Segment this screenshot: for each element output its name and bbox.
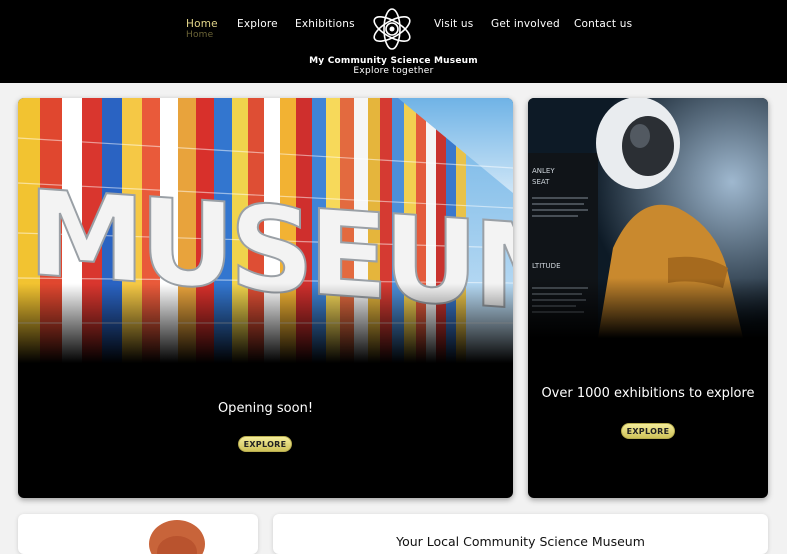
nav-exhibitions[interactable]: Exhibitions — [295, 18, 355, 30]
explore-button[interactable]: EXPLORE — [621, 423, 675, 439]
opening-soon-title: Opening soon! — [217, 401, 314, 416]
exhibitions-title: Over 1000 exhibitions to explore — [541, 386, 755, 401]
site-tagline: Explore together — [353, 66, 434, 76]
nav-get-involved[interactable]: Get involved — [491, 18, 560, 30]
astronaut-image: ANLEY SEAT LTITUDE — [528, 98, 768, 338]
opening-soon-card: MUSEUM Opening soon! EXPLORE — [18, 98, 513, 498]
nav-explore[interactable]: Explore — [237, 18, 278, 30]
explore-button[interactable]: EXPLORE — [238, 436, 292, 452]
nav-home[interactable]: Home — [186, 18, 218, 30]
nav-home-shadow: Home — [186, 30, 214, 40]
site-title: My Community Science Museum — [309, 56, 478, 66]
site-header: Home Home Explore Exhibitions Visit us G… — [0, 0, 787, 83]
exhibitions-card: ANLEY SEAT LTITUDE Over 1000 exhibitions… — [528, 98, 768, 498]
intro-title: Your Local Community Science Museum — [396, 534, 645, 549]
person-avatar — [149, 520, 205, 554]
profile-card — [18, 514, 258, 554]
atom-icon[interactable] — [368, 3, 416, 55]
nav-contact-us[interactable]: Contact us — [574, 18, 632, 30]
museum-sign-image: MUSEUM — [18, 98, 513, 363]
intro-card: Your Local Community Science Museum — [273, 514, 768, 554]
nav-visit-us[interactable]: Visit us — [434, 18, 473, 30]
